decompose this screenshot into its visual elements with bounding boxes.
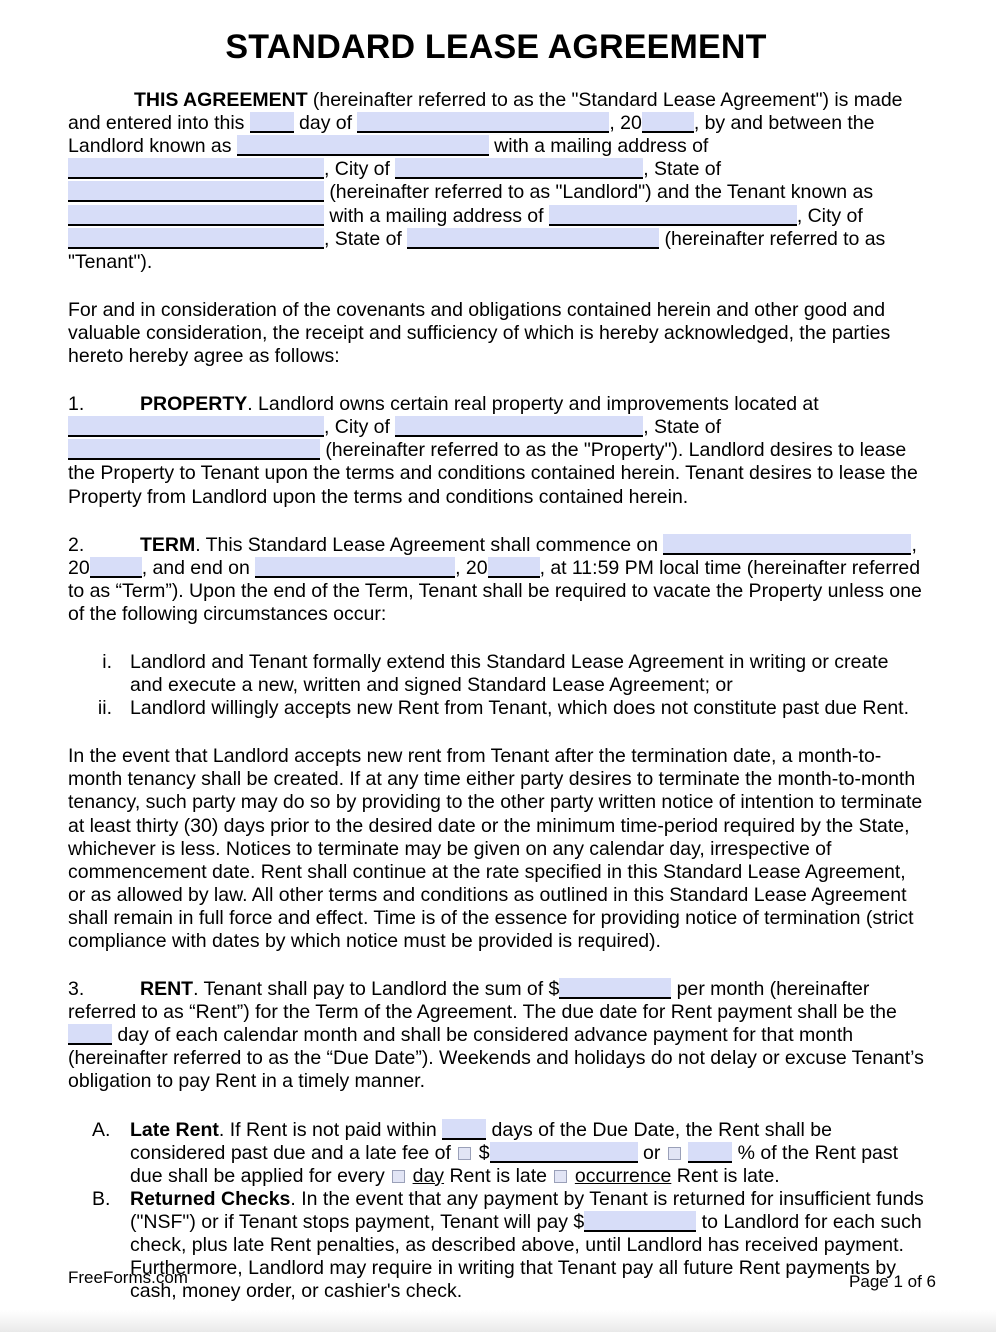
late-rent-text-8: Rent is late bbox=[444, 1164, 553, 1187]
year-field[interactable] bbox=[641, 112, 694, 134]
intro-lead: THIS AGREEMENT bbox=[134, 89, 308, 112]
section-rent: 3. RENT. Tenant shall pay to Landlord the… bbox=[68, 978, 924, 1093]
tenant-address-field[interactable] bbox=[548, 204, 797, 226]
list-item: A. Late Rent. If Rent is not paid within … bbox=[68, 1118, 924, 1188]
checkbox-late-fee-percent[interactable] bbox=[667, 1146, 681, 1160]
term-start-year-field[interactable] bbox=[89, 556, 142, 578]
intro-text-10: , City of bbox=[796, 204, 863, 227]
intro-paragraph: THIS AGREEMENT (hereinafter referred to … bbox=[68, 89, 924, 274]
page-footer: FreeForms.com Page 1 of 6 bbox=[68, 1268, 936, 1308]
returned-checks-heading: Returned Checks bbox=[130, 1187, 291, 1210]
document-page: STANDARD LEASE AGREEMENT THIS AGREEMENT … bbox=[0, 0, 996, 1332]
checkbox-per-occurrence[interactable] bbox=[554, 1169, 568, 1183]
property-number: 1. bbox=[68, 393, 85, 416]
section-property: 1. PROPERTY. Landlord owns certain real p… bbox=[68, 393, 924, 508]
rent-due-day-field[interactable] bbox=[68, 1024, 112, 1046]
checkbox-late-fee-amount[interactable] bbox=[458, 1146, 472, 1160]
day-field[interactable] bbox=[249, 112, 294, 134]
rent-text-3: day of each calendar month and shall be … bbox=[68, 1024, 924, 1093]
roman-text-i: Landlord and Tenant formally extend this… bbox=[130, 650, 889, 697]
landlord-name-field[interactable] bbox=[236, 135, 489, 157]
late-rent-text-9: Rent is late. bbox=[671, 1164, 780, 1187]
month-to-month-paragraph: In the event that Landlord accepts new r… bbox=[68, 745, 923, 952]
intro-text-3: , 20 bbox=[609, 112, 642, 135]
checkbox-per-day[interactable] bbox=[392, 1169, 406, 1183]
property-address-field[interactable] bbox=[68, 416, 324, 438]
rent-number: 3. bbox=[68, 978, 85, 1001]
property-text-3: , State of bbox=[643, 416, 722, 439]
tenant-name-field[interactable] bbox=[68, 204, 324, 226]
intro-text-8: (hereinafter referred to as "Landlord") … bbox=[324, 181, 874, 204]
list-item: ii. Landlord willingly accepts new Rent … bbox=[68, 697, 924, 720]
roman-marker-i: i. bbox=[102, 650, 112, 673]
late-fee-percent-field[interactable] bbox=[688, 1141, 733, 1163]
property-text-2: , City of bbox=[324, 416, 396, 439]
late-rent-days-field[interactable] bbox=[442, 1118, 487, 1140]
late-rent-heading: Late Rent bbox=[130, 1118, 219, 1141]
term-start-date-field[interactable] bbox=[663, 533, 912, 555]
tenant-state-field[interactable] bbox=[407, 227, 660, 249]
alpha-marker-a: A. bbox=[92, 1118, 111, 1141]
term-text-3: , and end on bbox=[141, 556, 256, 579]
property-heading: PROPERTY bbox=[140, 393, 248, 416]
roman-marker-ii: ii. bbox=[97, 697, 112, 720]
term-circumstances-list: i. Landlord and Tenant formally extend t… bbox=[68, 651, 924, 720]
landlord-state-field[interactable] bbox=[68, 181, 324, 203]
footer-page-number: Page 1 of 6 bbox=[849, 1272, 936, 1291]
intro-text-11: , State of bbox=[324, 227, 408, 250]
alpha-marker-b: B. bbox=[92, 1187, 111, 1210]
page-title: STANDARD LEASE AGREEMENT bbox=[225, 28, 767, 66]
intro-text-9: with a mailing address of bbox=[324, 204, 549, 227]
landlord-address-field[interactable] bbox=[68, 158, 324, 180]
footer-site-label: FreeForms.com bbox=[68, 1268, 188, 1287]
intro-text-6: , City of bbox=[324, 158, 396, 181]
intro-text-5: with a mailing address of bbox=[488, 135, 709, 158]
term-number: 2. bbox=[68, 533, 85, 556]
term-text-4: , 20 bbox=[455, 556, 488, 579]
tenant-city-field[interactable] bbox=[68, 227, 324, 249]
rent-text-1: . Tenant shall pay to Landlord the sum o… bbox=[193, 978, 560, 1001]
term-end-date-field[interactable] bbox=[255, 556, 456, 578]
term-heading: TERM bbox=[140, 533, 196, 556]
rent-heading: RENT bbox=[140, 978, 194, 1001]
property-state-field[interactable] bbox=[68, 439, 320, 461]
option-occurrence-label: occurrence bbox=[574, 1164, 672, 1187]
section-term: 2. TERM. This Standard Lease Agreement sh… bbox=[68, 533, 924, 626]
page-bottom-shadow bbox=[0, 1310, 996, 1332]
list-item: i. Landlord and Tenant formally extend t… bbox=[68, 651, 924, 697]
rent-amount-field[interactable] bbox=[559, 978, 672, 1000]
property-text-1: . Landlord owns certain real property an… bbox=[247, 393, 819, 416]
nsf-fee-field[interactable] bbox=[584, 1210, 697, 1232]
late-rent-text-3: $ bbox=[473, 1141, 490, 1164]
option-day-label: day bbox=[412, 1164, 445, 1187]
late-rent-text-4: or bbox=[637, 1141, 666, 1164]
document-body: STANDARD LEASE AGREEMENT THIS AGREEMENT … bbox=[68, 0, 924, 1303]
landlord-city-field[interactable] bbox=[395, 158, 644, 180]
term-text-1: . This Standard Lease Agreement shall co… bbox=[195, 533, 664, 556]
intro-text-2: day of bbox=[293, 112, 358, 135]
late-rent-text-1: . If Rent is not paid within bbox=[218, 1118, 443, 1141]
consideration-paragraph: For and in consideration of the covenant… bbox=[68, 298, 891, 368]
term-end-year-field[interactable] bbox=[487, 556, 540, 578]
roman-text-ii: Landlord willingly accepts new Rent from… bbox=[130, 697, 910, 720]
intro-text-7: , State of bbox=[643, 158, 722, 181]
late-fee-amount-field[interactable] bbox=[489, 1141, 638, 1163]
property-city-field[interactable] bbox=[395, 416, 644, 438]
month-field[interactable] bbox=[357, 112, 610, 134]
